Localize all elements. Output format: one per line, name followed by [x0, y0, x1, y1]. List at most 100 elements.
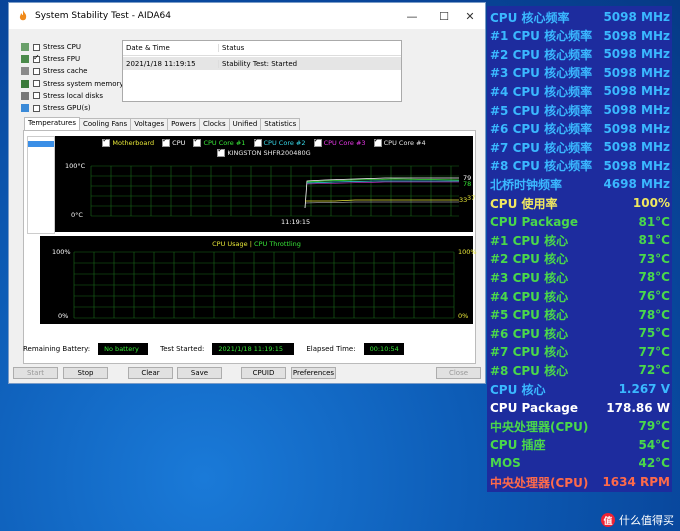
title-bar[interactable]: System Stability Test - AIDA64 — ☐ ✕	[9, 3, 485, 29]
close-button[interactable]: Close	[436, 367, 481, 379]
osd-value: 1634 RPM	[602, 475, 670, 489]
usage-left-top: 100%	[52, 248, 71, 256]
stress-gpu-label: Stress GPU(s)	[43, 104, 91, 113]
osd-row: 北桥时钟频率 4698 MHz	[490, 175, 670, 193]
log-col-datetime[interactable]: Date & Time	[123, 44, 219, 52]
osd-value: 178.86 W	[606, 400, 670, 415]
test-started-label: Test Started:	[160, 345, 205, 353]
osd-label: #2 CPU 核心频率	[490, 47, 593, 62]
test-started-value: 2021/1/18 11:19:15	[212, 343, 295, 355]
aida64-window: System Stability Test - AIDA64 — ☐ ✕ Str…	[8, 2, 486, 384]
temp-series-motherboard	[305, 199, 459, 202]
osd-label: #1 CPU 核心频率	[490, 29, 593, 44]
status-bar: Remaining Battery: No battery Test Start…	[23, 343, 412, 355]
osd-label: #5 CPU 核心	[490, 308, 569, 323]
log-col-status[interactable]: Status	[219, 44, 244, 52]
osd-value: 5098 MHz	[603, 10, 670, 24]
osd-value: 5098 MHz	[603, 47, 670, 62]
osd-value: 54°C	[638, 437, 670, 452]
cache-icon	[21, 67, 29, 76]
osd-value: 77°C	[638, 344, 670, 359]
log-row[interactable]: 2021/1/18 11:19:15 Stability Test: Start…	[123, 57, 401, 70]
osd-label: CPU 核心	[490, 382, 546, 397]
stress-disks-label: Stress local disks	[43, 91, 104, 100]
elapsed-value: 00:10:54	[363, 343, 404, 355]
close-window-button[interactable]: ✕	[455, 3, 485, 29]
watermark-text: 什么值得买	[619, 514, 674, 527]
stress-cpu-option[interactable]: Stress CPU	[21, 41, 124, 53]
clear-button[interactable]: Clear	[128, 367, 173, 379]
battery-value: No battery	[98, 343, 149, 355]
log-cell-datetime: 2021/1/18 11:19:15	[123, 59, 219, 68]
sensor-list-selection[interactable]	[28, 141, 54, 147]
osd-label: 中央处理器(CPU)	[490, 475, 589, 490]
osd-row: #4 CPU 核心 76°C	[490, 287, 670, 305]
osd-row: CPU 插座 54°C	[490, 436, 670, 454]
osd-value: 5098 MHz	[603, 103, 670, 117]
status-log[interactable]: Date & Time Status 2021/1/18 11:19:15 St…	[122, 40, 402, 102]
osd-value: 5098 MHz	[603, 28, 670, 43]
stress-memory-checkbox[interactable]	[33, 80, 40, 88]
tab-panel: Motherboard CPU CPU Core #1 CPU Core #2 …	[23, 130, 477, 364]
osd-value: 78°C	[638, 307, 670, 322]
start-button[interactable]: Start	[13, 367, 58, 379]
stress-disks-option[interactable]: Stress local disks	[21, 90, 124, 102]
osd-value: 75°C	[638, 326, 670, 341]
osd-label: 北桥时钟频率	[490, 177, 563, 192]
osd-row: #5 CPU 核心频率 5098 MHz	[490, 101, 670, 119]
preferences-button[interactable]: Preferences	[291, 367, 336, 379]
osd-row: #8 CPU 核心 72°C	[490, 361, 670, 379]
stress-cpu-label: Stress CPU	[43, 43, 81, 52]
stress-cache-option[interactable]: Stress cache	[21, 65, 124, 77]
osd-row: CPU Package 178.86 W	[490, 399, 670, 417]
stress-memory-option[interactable]: Stress system memory	[21, 78, 124, 90]
gpu-icon	[21, 104, 29, 113]
stress-cache-label: Stress cache	[43, 67, 88, 76]
osd-label: #6 CPU 核心频率	[490, 122, 593, 137]
osd-value: 78°C	[638, 270, 670, 285]
stress-fpu-checkbox[interactable]	[33, 53, 40, 63]
osd-label: #3 CPU 核心频率	[490, 66, 593, 81]
flame-icon	[19, 10, 27, 21]
osd-row: CPU 核心 1.267 V	[490, 380, 670, 398]
osd-row: #3 CPU 核心频率 5098 MHz	[490, 64, 670, 82]
usage-right-top: 100%	[458, 248, 477, 256]
osd-label: #3 CPU 核心	[490, 270, 569, 285]
osd-value: 81°C	[638, 214, 670, 229]
osd-row: #7 CPU 核心 77°C	[490, 343, 670, 361]
save-button[interactable]: Save	[177, 367, 222, 379]
temperature-graph	[90, 165, 460, 217]
stress-gpu-checkbox[interactable]	[33, 104, 40, 112]
stress-gpu-option[interactable]: Stress GPU(s)	[21, 102, 124, 114]
osd-row: #5 CPU 核心 78°C	[490, 306, 670, 324]
temp-series-ssd	[304, 201, 459, 204]
stress-options: Stress CPU Stress FPU Stress cache Stres…	[21, 41, 124, 114]
window-title: System Stability Test - AIDA64	[35, 11, 171, 21]
temp-right-label-4: 37	[467, 194, 476, 202]
stress-fpu-option[interactable]: Stress FPU	[21, 53, 124, 65]
cpuid-button[interactable]: CPUID	[241, 367, 286, 379]
osd-row: 中央处理器(CPU) 1634 RPM	[490, 473, 670, 491]
osd-value: 81°C	[638, 233, 670, 248]
osd-label: #6 CPU 核心	[490, 326, 569, 341]
osd-label: #8 CPU 核心频率	[490, 159, 593, 174]
osd-label: #1 CPU 核心	[490, 233, 569, 248]
osd-row: #7 CPU 核心频率 5098 MHz	[490, 138, 670, 156]
osd-label: #8 CPU 核心	[490, 363, 569, 378]
osd-value: 73°C	[638, 251, 670, 266]
stress-cpu-checkbox[interactable]	[33, 43, 40, 51]
minimize-button[interactable]: —	[397, 3, 427, 29]
osd-row: CPU 使用率 100%	[490, 194, 670, 212]
cpu-icon	[21, 43, 29, 52]
log-cell-status: Stability Test: Started	[222, 59, 298, 68]
stress-disks-checkbox[interactable]	[33, 92, 40, 100]
stress-cache-checkbox[interactable]	[33, 67, 40, 75]
osd-value: 1.267 V	[618, 382, 670, 396]
osd-row: #4 CPU 核心频率 5098 MHz	[490, 82, 670, 100]
sensor-list[interactable]	[27, 136, 55, 234]
stop-button[interactable]: Stop	[63, 367, 108, 379]
temperature-chart: Motherboard CPU CPU Core #1 CPU Core #2 …	[55, 136, 476, 232]
osd-value: 5098 MHz	[603, 121, 670, 136]
osd-row: #6 CPU 核心 75°C	[490, 324, 670, 342]
watermark: 值 什么值得买	[601, 512, 674, 528]
